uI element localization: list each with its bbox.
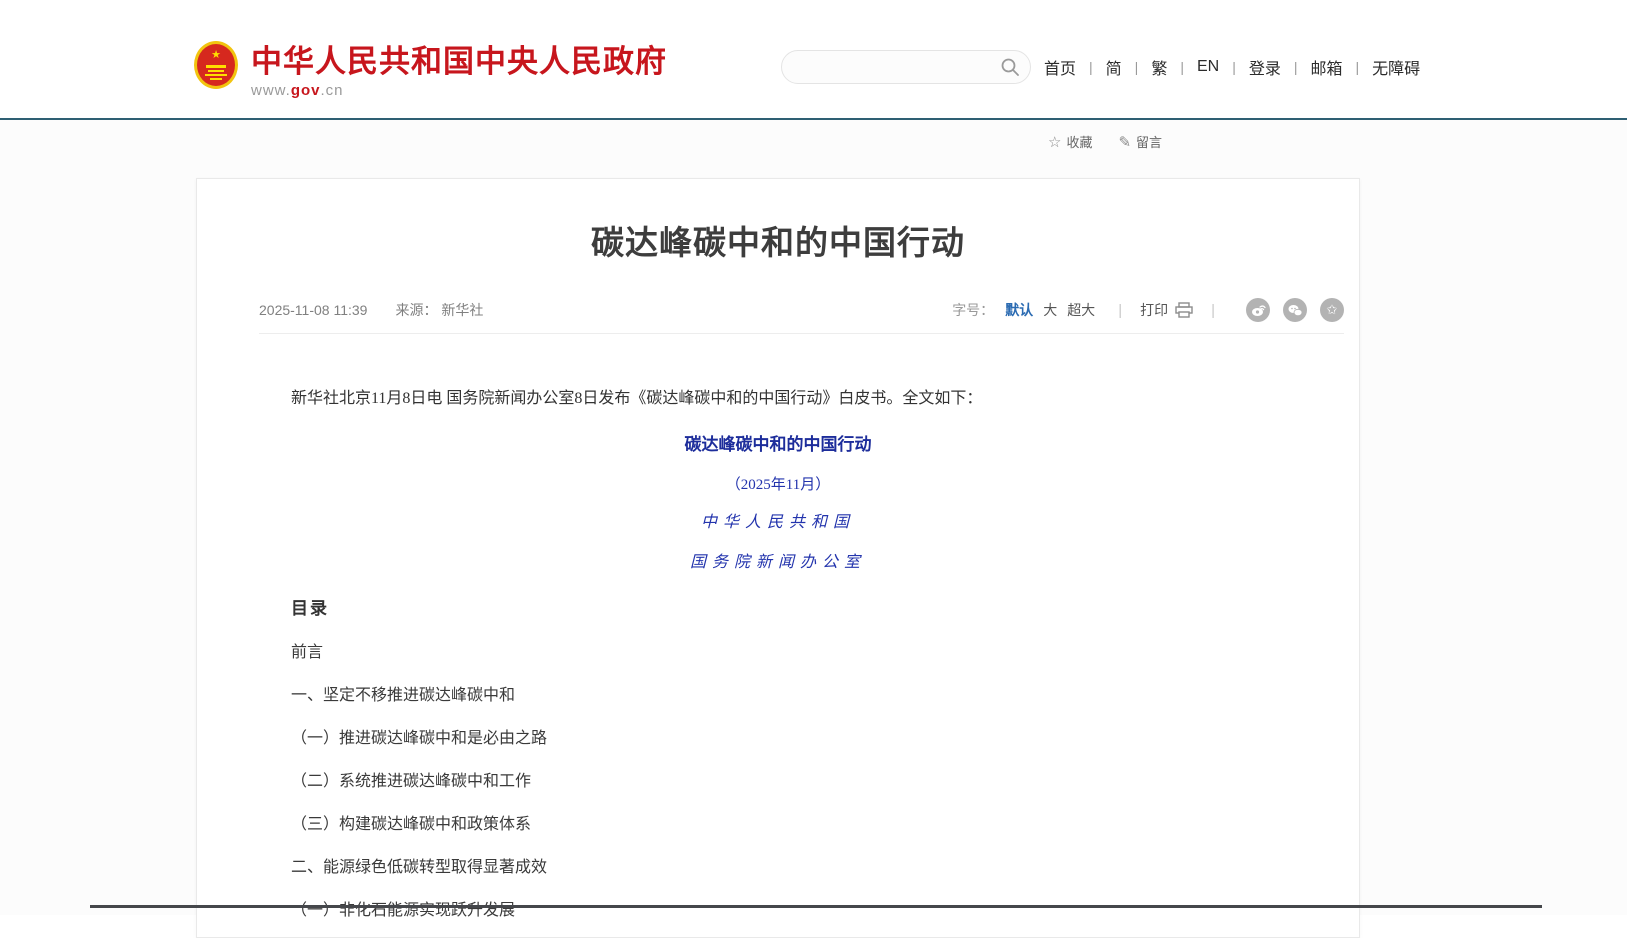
weibo-share-icon[interactable] <box>1246 298 1270 322</box>
lead-paragraph: 新华社北京11月8日电 国务院新闻办公室8日发布《碳达峰碳中和的中国行动》白皮书… <box>291 388 1269 409</box>
article-title: 碳达峰碳中和的中国行动 <box>197 221 1359 265</box>
nav-login[interactable]: 登录 <box>1236 55 1294 79</box>
article-toolbar: ☆ 收藏 ✎ 留言 <box>1048 132 1188 151</box>
search-bar <box>781 50 1031 84</box>
site-logo[interactable]: ★ 中华人民共和国中央人民政府 www.gov.cn <box>193 40 667 99</box>
article-body: 新华社北京11月8日电 国务院新闻办公室8日发布《碳达峰碳中和的中国行动》白皮书… <box>197 388 1359 922</box>
comment-pencil-icon: ✎ <box>1118 133 1131 151</box>
article-meta-right: 字号： 默认 大 超大 | 打印 | <box>952 298 1344 322</box>
toc-heading: 目录 <box>291 597 1359 621</box>
favorite-star-icon: ☆ <box>1048 133 1061 151</box>
favorite-label: 收藏 <box>1066 132 1092 151</box>
source-value: 新华社 <box>441 302 483 318</box>
toc-item: （二）系统推进碳达峰碳中和工作 <box>291 771 1359 793</box>
printer-icon <box>1175 302 1193 318</box>
toc-item: （一）推进碳达峰碳中和是必由之路 <box>291 728 1359 750</box>
wechat-share-icon[interactable] <box>1283 298 1307 322</box>
favorite-button[interactable]: ☆ 收藏 <box>1048 132 1092 151</box>
nav-english[interactable]: EN <box>1184 58 1232 76</box>
national-emblem-icon: ★ <box>193 40 239 92</box>
site-url-suffix: .cn <box>321 82 344 99</box>
nav-mail[interactable]: 邮箱 <box>1298 55 1356 79</box>
article-date: 2025-11-08 11:39 <box>259 302 367 318</box>
toc-item: 前言 <box>291 642 1359 664</box>
comment-button[interactable]: ✎ 留言 <box>1118 132 1162 151</box>
toc-item: 一、坚定不移推进碳达峰碳中和 <box>291 685 1359 707</box>
print-button[interactable]: 打印 <box>1140 300 1193 320</box>
doc-org-line2: 国务院新闻办公室 <box>197 551 1359 575</box>
meta-divider <box>259 333 1344 334</box>
doc-title: 碳达峰碳中和的中国行动 <box>197 433 1359 457</box>
nav-accessibility[interactable]: 无障碍 <box>1359 55 1433 79</box>
share-icons: ✩ <box>1233 298 1344 322</box>
svg-text:★: ★ <box>211 49 221 61</box>
toc-item: （三）构建碳达峰碳中和政策体系 <box>291 814 1359 836</box>
meta-separator: | <box>1118 302 1122 319</box>
nav-simplified[interactable]: 简 <box>1093 55 1135 79</box>
site-title-block: 中华人民共和国中央人民政府 www.gov.cn <box>251 40 667 99</box>
site-title: 中华人民共和国中央人民政府 <box>251 44 667 80</box>
source-label: 来源： <box>395 302 437 318</box>
toc-item: （一）非化石能源实现跃升发展 <box>291 900 1359 922</box>
article-meta-left: 2025-11-08 11:39 来源： 新华社 <box>259 300 483 320</box>
site-url-prefix: www. <box>251 82 291 99</box>
print-label: 打印 <box>1140 300 1168 320</box>
bottom-divider <box>90 905 1542 908</box>
article-card: 碳达峰碳中和的中国行动 2025-11-08 11:39 来源： 新华社 字号：… <box>196 178 1360 938</box>
search-icon[interactable] <box>1000 57 1020 77</box>
article-meta-row: 2025-11-08 11:39 来源： 新华社 字号： 默认 大 超大 | 打… <box>197 297 1359 323</box>
font-size-large[interactable]: 大 <box>1043 300 1057 320</box>
article-source: 来源： 新华社 <box>395 300 483 320</box>
site-url: www.gov.cn <box>251 82 667 99</box>
doc-org-line1: 中华人民共和国 <box>197 511 1359 535</box>
font-size-xlarge[interactable]: 超大 <box>1067 300 1095 320</box>
site-header: ★ 中华人民共和国中央人民政府 www.gov.cn 首页| 简| 繁| EN|… <box>0 0 1627 120</box>
font-size-label: 字号： <box>952 300 994 320</box>
toc-item: 二、能源绿色低碳转型取得显著成效 <box>291 857 1359 879</box>
doc-date: （2025年11月） <box>197 474 1359 496</box>
nav-home[interactable]: 首页 <box>1044 55 1089 79</box>
site-url-gov: gov <box>291 82 321 99</box>
font-size-default[interactable]: 默认 <box>1005 300 1033 320</box>
nav-traditional[interactable]: 繁 <box>1138 55 1180 79</box>
meta-separator: | <box>1211 302 1215 319</box>
comment-label: 留言 <box>1136 132 1162 151</box>
top-nav: 首页| 简| 繁| EN| 登录| 邮箱| 无障碍 <box>1044 55 1433 79</box>
favorite-share-icon[interactable]: ✩ <box>1320 298 1344 322</box>
search-input[interactable] <box>782 53 1000 81</box>
